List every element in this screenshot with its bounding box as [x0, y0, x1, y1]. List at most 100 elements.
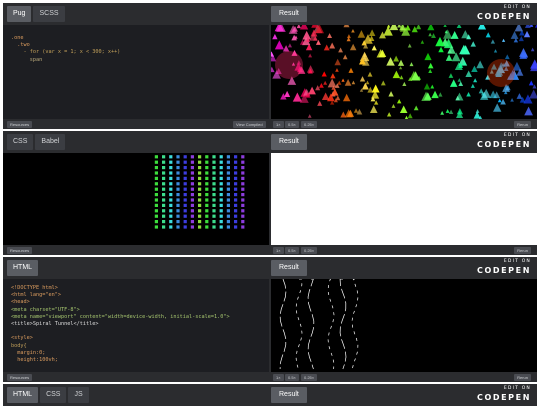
cube	[154, 160, 158, 164]
code-editor[interactable]: .one .two - for (var x = 1; x < 300; x++…	[3, 25, 269, 64]
tab-result[interactable]: Result	[271, 134, 307, 150]
cube	[226, 176, 230, 180]
triangle-particle	[415, 25, 422, 30]
zoom-025x-button[interactable]: 0.25×	[301, 121, 318, 128]
tab-pug[interactable]: Pug	[7, 6, 32, 22]
triangle-particle	[386, 112, 392, 117]
triangle-particle	[338, 47, 344, 53]
triangle-particle	[318, 82, 324, 88]
cube	[212, 182, 216, 186]
rerun-button[interactable]: Rerun	[514, 374, 531, 381]
triangle-particle	[398, 66, 403, 70]
cube	[183, 203, 187, 207]
triangle-particle	[396, 98, 402, 104]
brand-codepen: CODEPEN	[476, 140, 531, 149]
tab-css[interactable]: CSS	[40, 387, 67, 403]
rerun-button[interactable]: Rerun	[514, 121, 531, 128]
codepen-logo-link[interactable]: EDIT ON CODEPEN	[477, 5, 531, 22]
cube	[176, 225, 180, 229]
cube	[198, 160, 202, 164]
cube	[190, 193, 194, 197]
cube	[226, 171, 230, 175]
triangle-particle	[327, 33, 333, 38]
resources-button[interactable]: Resources	[7, 121, 33, 128]
result-pane[interactable]	[271, 25, 537, 119]
tab-scss[interactable]: SCSS	[33, 6, 65, 22]
result-pane[interactable]	[271, 279, 537, 372]
tab-css[interactable]: CSS	[7, 134, 34, 150]
triangle-particle	[399, 75, 404, 80]
tab-result[interactable]: Result	[271, 387, 307, 403]
cube	[234, 203, 238, 207]
triangle-particle	[445, 109, 450, 113]
cube	[169, 203, 173, 207]
triangle-particle	[407, 113, 413, 119]
cube	[212, 187, 216, 191]
zoom-1x-button[interactable]: 1×	[273, 247, 284, 254]
cube	[190, 203, 194, 207]
spiral-strand	[327, 279, 335, 370]
cube	[198, 209, 202, 213]
triangle-particle	[323, 44, 330, 51]
code-pane[interactable]: <!DOCTYPE html> <html lang="en"> <head> …	[3, 279, 269, 372]
brand-codepen: CODEPEN	[476, 266, 531, 275]
zoom-025x-button[interactable]: 0.25×	[301, 374, 318, 381]
cube	[234, 182, 238, 186]
cube	[219, 209, 223, 213]
triangle-particle	[287, 43, 293, 48]
code-pane[interactable]: .one .two - for (var x = 1; x < 300; x++…	[3, 25, 269, 119]
zoom-1x-button[interactable]: 1×	[273, 121, 284, 128]
tab-babel[interactable]: Babel	[35, 134, 66, 150]
tab-html[interactable]: HTML	[7, 387, 39, 403]
cube	[154, 171, 158, 175]
triangle-particle	[272, 33, 278, 40]
triangle-particle	[351, 28, 355, 33]
view-compiled-button[interactable]: View Compiled	[233, 121, 266, 128]
triangle-particle	[308, 86, 316, 95]
result-pane[interactable]	[271, 153, 537, 245]
cube	[205, 225, 209, 229]
zoom-05x-button[interactable]: 0.5×	[285, 247, 299, 254]
tab-html[interactable]: HTML	[7, 260, 39, 276]
triangle-particle	[465, 70, 472, 78]
resources-button[interactable]: Resources	[7, 247, 33, 254]
resources-button[interactable]: Resources	[7, 374, 33, 381]
triangle-particle	[351, 80, 356, 85]
cube	[205, 193, 209, 197]
triangle-particle	[448, 73, 454, 78]
zoom-1x-button[interactable]: 1×	[273, 374, 284, 381]
cube	[162, 203, 166, 207]
cube	[190, 198, 194, 202]
cube	[212, 193, 216, 197]
codepen-logo-link[interactable]: EDIT ON CODEPEN	[477, 133, 531, 150]
zoom-025x-button[interactable]: 0.25×	[301, 247, 318, 254]
codepen-logo-link[interactable]: EDIT ON CODEPEN	[477, 386, 531, 403]
triangle-particle	[359, 51, 370, 62]
code-editor[interactable]: <!DOCTYPE html> <html lang="en"> <head> …	[3, 279, 269, 364]
rerun-button[interactable]: Rerun	[514, 247, 531, 254]
triangle-particle	[443, 29, 453, 39]
glow-spot	[275, 51, 303, 79]
tab-result[interactable]: Result	[271, 6, 307, 22]
tab-js[interactable]: JS	[68, 387, 89, 403]
tab-result[interactable]: Result	[271, 260, 307, 276]
cube	[219, 214, 223, 218]
cube	[241, 182, 245, 186]
code-pane[interactable]	[3, 153, 269, 245]
triangle-particle	[529, 89, 537, 99]
triangle-particle	[321, 71, 327, 77]
cube	[234, 220, 238, 224]
triangle-particle	[317, 100, 323, 106]
cube	[212, 220, 216, 224]
spiral-strand	[339, 279, 347, 370]
zoom-05x-button[interactable]: 0.5×	[285, 374, 299, 381]
cube	[162, 160, 166, 164]
codepen-logo-link[interactable]: EDIT ON CODEPEN	[477, 259, 531, 276]
embed-footer: Resources 1× 0.5× 0.25× Rerun	[3, 372, 537, 382]
cube	[198, 203, 202, 207]
cube	[226, 155, 230, 159]
triangle-particle	[518, 35, 524, 42]
zoom-05x-button[interactable]: 0.5×	[285, 121, 299, 128]
cube	[234, 187, 238, 191]
cube	[162, 198, 166, 202]
